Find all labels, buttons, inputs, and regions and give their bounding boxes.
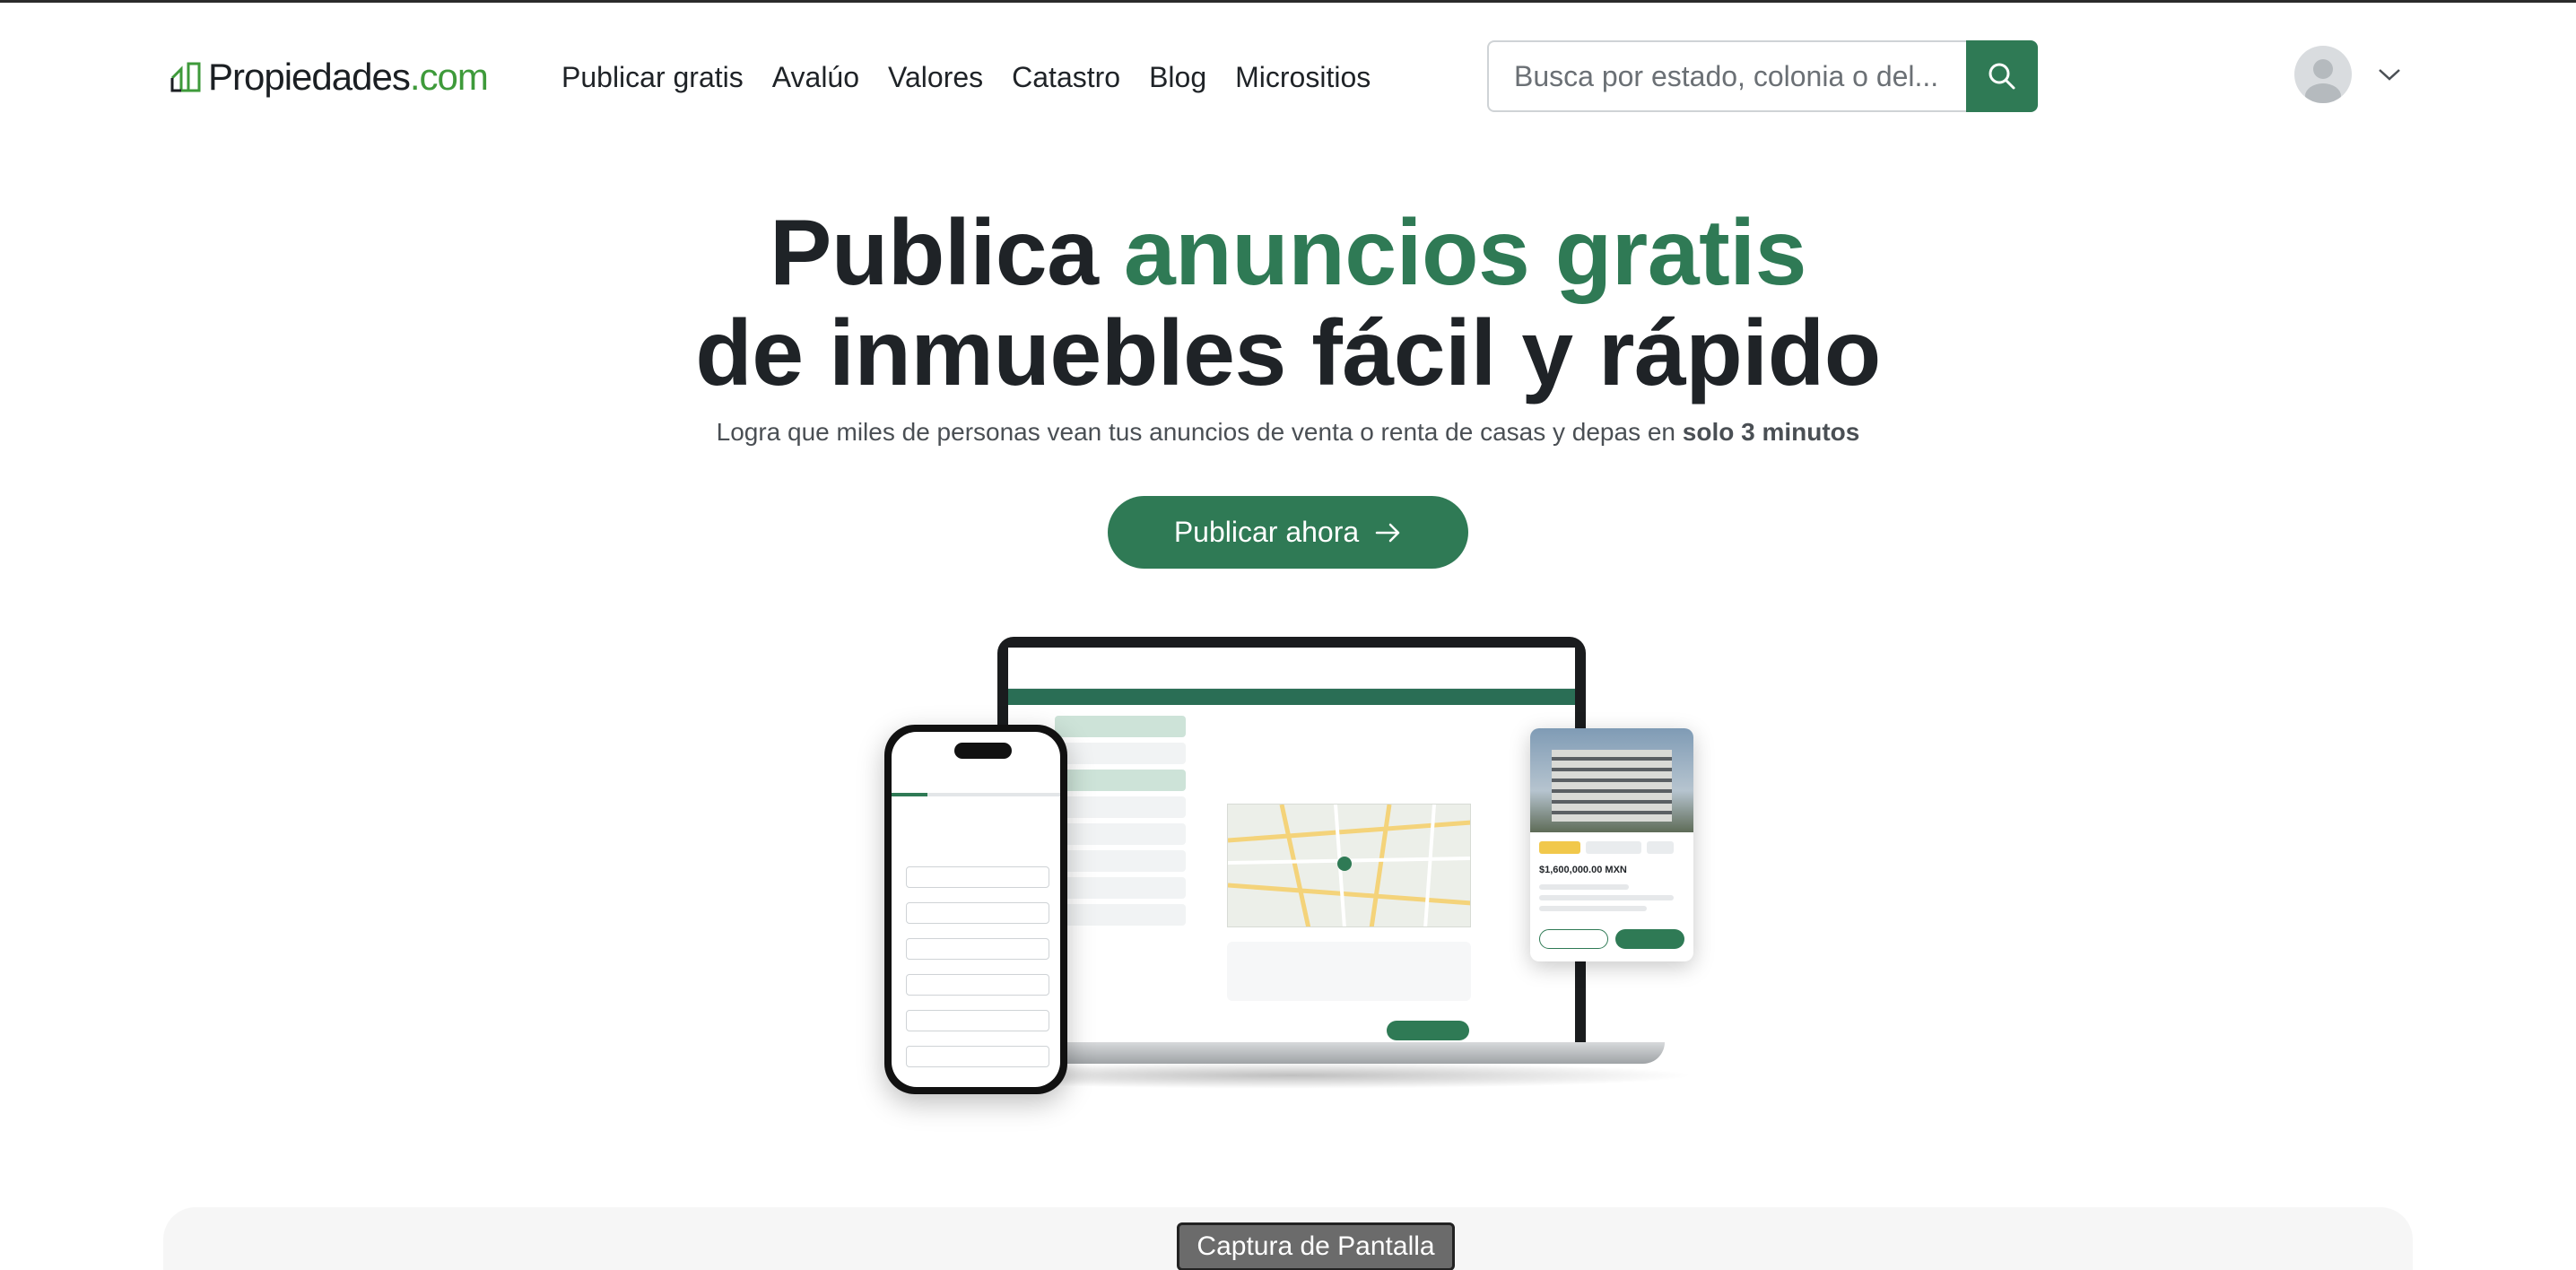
user-avatar-icon[interactable] (2294, 46, 2352, 103)
user-menu[interactable] (2294, 46, 2402, 103)
search-bar (1487, 40, 2038, 112)
nav-valores[interactable]: Valores (888, 61, 983, 94)
phone-mockup (884, 725, 1067, 1094)
listing-card-preview: $1,600,000.00 MXN (1530, 728, 1693, 961)
house-logo-icon (170, 62, 201, 92)
nav-publicar-gratis[interactable]: Publicar gratis (561, 61, 744, 94)
hero-title-accent: anuncios gratis (1123, 201, 1807, 305)
logo-text: Propiedades.com (208, 56, 489, 98)
nav-micrositios[interactable]: Micrositios (1235, 61, 1371, 94)
cta-label: Publicar ahora (1173, 516, 1360, 548)
main-nav: Publicar gratis Avalúo Valores Catastro … (561, 55, 1399, 100)
arrow-right-icon (1375, 523, 1400, 542)
devices-illustration: $1,600,000.00 MXN (834, 628, 1731, 1094)
search-button[interactable] (1966, 40, 2038, 112)
search-input[interactable] (1487, 40, 1966, 112)
publicar-ahora-button[interactable]: Publicar ahora (1108, 496, 1468, 569)
site-header: Propiedades.com Publicar gratis Avalúo V… (0, 3, 2576, 146)
nav-catastro[interactable]: Catastro (1012, 61, 1120, 94)
hero-subtitle: Logra que miles de personas vean tus anu… (716, 418, 1860, 446)
chevron-down-icon[interactable] (2377, 66, 2402, 83)
listing-price: $1,600,000.00 MXN (1539, 865, 1627, 875)
captura-de-pantalla-button[interactable]: Captura de Pantalla (1177, 1222, 1455, 1270)
nav-avaluo[interactable]: Avalúo (772, 61, 859, 94)
hero-title-line2: de inmuebles fácil y rápido (695, 301, 1881, 405)
nav-blog[interactable]: Blog (1149, 61, 1206, 94)
laptop-screen (1008, 648, 1575, 1042)
site-logo[interactable]: Propiedades.com (169, 55, 489, 100)
map-thumbnail (1227, 804, 1471, 927)
search-icon (1989, 63, 2015, 90)
hero-title-line1: Publica anuncios gratis (770, 201, 1807, 305)
